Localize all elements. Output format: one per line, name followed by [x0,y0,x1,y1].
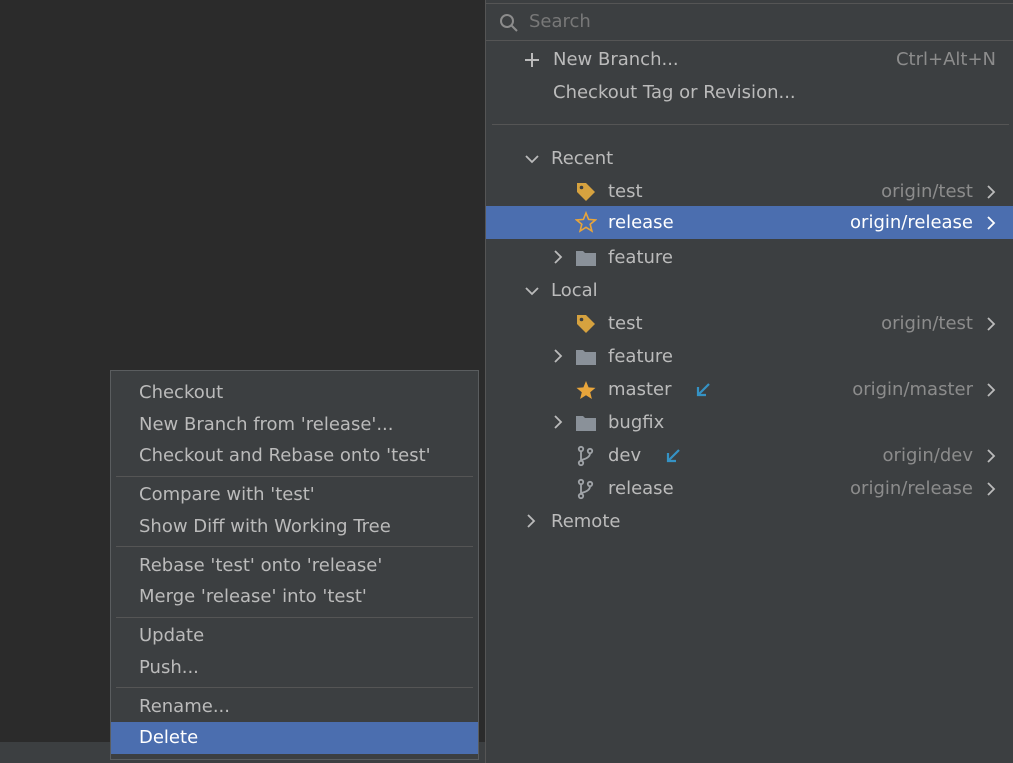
branch-name: release [608,478,674,499]
new-branch-label: New Branch... [553,49,679,70]
branch-row-selected[interactable]: release origin/release [486,206,1013,239]
chevron-right-icon [554,349,563,363]
tag-icon [577,183,595,201]
incoming-arrow-icon [696,383,710,397]
menu-item-merge[interactable]: Merge 'release' into 'test' [111,581,478,613]
group-recent[interactable]: Recent [486,142,1013,175]
folder-icon [576,350,596,365]
menu-item-label: Rebase 'test' onto 'release' [139,555,383,576]
folder-icon [576,251,596,266]
menu-item-label: Push... [139,657,199,678]
folder-icon [576,416,596,431]
group-label: Remote [551,511,621,532]
group-local[interactable]: Local [486,274,1013,307]
chevron-right-icon[interactable] [984,184,998,200]
branch-name: test [608,181,643,202]
star-outline-icon [575,211,597,233]
search-input[interactable]: Search [529,11,591,32]
menu-item-delete[interactable]: Delete [111,722,478,754]
menu-item-checkout-rebase[interactable]: Checkout and Rebase onto 'test' [111,440,478,472]
checkout-tag-action[interactable]: Checkout Tag or Revision... [486,76,1013,109]
branch-name: test [608,313,643,334]
menu-item-compare[interactable]: Compare with 'test' [111,479,478,511]
menu-item-label: New Branch from 'release'... [139,414,394,435]
menu-item-label: Checkout and Rebase onto 'test' [139,445,431,466]
branch-name: release [608,212,674,233]
menu-item-show-diff[interactable]: Show Diff with Working Tree [111,511,478,543]
group-remote[interactable]: Remote [486,505,1013,538]
menu-item-push[interactable]: Push... [111,652,478,684]
chevron-right-icon[interactable] [984,481,998,497]
chevron-right-icon [554,250,563,264]
group-label: Recent [551,148,614,169]
menu-separator [116,617,473,618]
menu-separator [116,546,473,547]
branch-name: master [608,379,672,400]
branch-row[interactable]: release origin/release [486,472,1013,505]
branch-remote: origin/test [881,181,973,202]
menu-item-label: Rename... [139,696,230,717]
menu-item-new-branch-from[interactable]: New Branch from 'release'... [111,409,478,441]
branches-popup: Search New Branch... Ctrl+Alt+N Checkout… [485,0,1013,763]
chevron-right-icon[interactable] [984,448,998,464]
menu-item-rebase[interactable]: Rebase 'test' onto 'release' [111,550,478,582]
branch-icon [577,445,594,467]
chevron-right-icon [527,514,536,528]
branch-remote: origin/test [881,313,973,334]
folder-row[interactable]: bugfix [486,406,1013,439]
folder-row[interactable]: feature [486,241,1013,274]
branch-remote: origin/release [850,212,973,233]
plus-icon [525,53,539,67]
search-icon [500,14,518,32]
tag-icon [577,315,595,333]
new-branch-action[interactable]: New Branch... Ctrl+Alt+N [486,43,1013,76]
branch-remote: origin/dev [882,445,973,466]
folder-name: feature [608,346,673,367]
menu-item-label: Merge 'release' into 'test' [139,586,367,607]
menu-item-label: Update [139,625,205,646]
chevron-down-icon [525,287,539,296]
menu-item-label: Show Diff with Working Tree [139,516,391,537]
chevron-right-icon[interactable] [984,215,998,231]
branch-row[interactable]: test origin/test [486,175,1013,208]
menu-separator [116,476,473,477]
checkout-tag-label: Checkout Tag or Revision... [553,82,796,103]
menu-item-label: Delete [139,727,199,748]
chevron-right-icon [554,415,563,429]
branch-row[interactable]: dev origin/dev [486,439,1013,472]
branch-row[interactable]: master origin/master [486,373,1013,406]
menu-item-checkout[interactable]: Checkout [111,377,478,409]
separator [492,124,1009,125]
chevron-right-icon[interactable] [984,316,998,332]
search-bar[interactable]: Search [486,3,1013,41]
menu-item-label: Compare with 'test' [139,484,315,505]
chevron-down-icon [525,155,539,164]
folder-row[interactable]: feature [486,340,1013,373]
branch-remote: origin/release [850,478,973,499]
menu-separator [116,687,473,688]
star-filled-icon [576,381,596,399]
folder-name: feature [608,247,673,268]
branch-context-menu: Checkout New Branch from 'release'... Ch… [110,370,479,760]
menu-item-rename[interactable]: Rename... [111,691,478,723]
chevron-right-icon[interactable] [984,382,998,398]
branch-row[interactable]: test origin/test [486,307,1013,340]
branch-name: dev [608,445,642,466]
branch-icon [577,478,594,500]
menu-item-update[interactable]: Update [111,620,478,652]
incoming-arrow-icon [666,449,680,463]
branch-remote: origin/master [852,379,973,400]
folder-name: bugfix [608,412,665,433]
group-label: Local [551,280,598,301]
menu-item-label: Checkout [139,382,224,403]
new-branch-shortcut: Ctrl+Alt+N [895,49,996,70]
